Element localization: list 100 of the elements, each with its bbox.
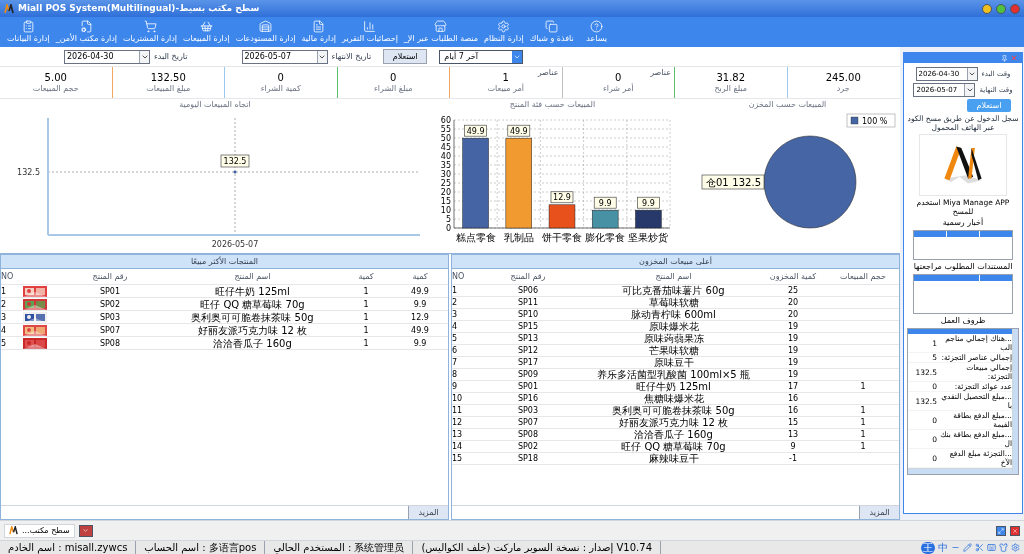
unit-label: عناصر bbox=[537, 68, 559, 77]
keyboard-icon[interactable] bbox=[987, 543, 996, 552]
y-tick-label: 55 bbox=[440, 125, 451, 134]
unit-label: عناصر bbox=[650, 68, 671, 77]
date-field[interactable]: 2026-04-30 bbox=[64, 49, 150, 64]
table-cell-text: 13 bbox=[452, 429, 464, 441]
value-label: 49.9 bbox=[507, 124, 531, 137]
status-text: المستخدم الحالي : 系统管理员 bbox=[265, 541, 414, 554]
table-cell-text: 洽洽香瓜子 160g bbox=[212, 337, 293, 350]
ime-indicator[interactable]: 中 bbox=[938, 541, 948, 554]
pencil-icon[interactable] bbox=[963, 543, 972, 552]
table-cell-text: SP12 bbox=[516, 345, 540, 357]
value-label: 9.9 bbox=[637, 196, 660, 209]
stat-value: 132.50 bbox=[150, 71, 186, 84]
basket-icon bbox=[199, 20, 213, 33]
table-cell-text: 6 bbox=[452, 345, 459, 357]
table-cell-text: 1 bbox=[362, 298, 370, 311]
date-label: تاريخ الانتهاء bbox=[331, 50, 372, 63]
stat-label: مبلغ الربح bbox=[714, 84, 748, 94]
table-cell-text: 洽洽香瓜子 160g bbox=[633, 429, 714, 441]
bar bbox=[592, 209, 619, 229]
more-button[interactable]: المزيد bbox=[859, 506, 899, 519]
maximize-button[interactable] bbox=[996, 3, 1006, 14]
toolbar-button[interactable]: إدارة المبيعات bbox=[180, 17, 233, 47]
data-label: 9.9 bbox=[642, 198, 655, 208]
table-cell-text: SP10 bbox=[516, 309, 540, 321]
table-cell-text: 2 bbox=[452, 297, 459, 309]
column-header: كمية المخزون bbox=[768, 270, 818, 283]
query-button[interactable]: استعلام bbox=[383, 49, 428, 64]
help-icon bbox=[590, 20, 604, 33]
close-button[interactable] bbox=[1010, 525, 1020, 536]
data-point bbox=[233, 170, 237, 174]
column-header: رقم المنتج bbox=[91, 270, 129, 283]
y-tick-label: 20 bbox=[440, 188, 451, 197]
table-cell-text: 好丽友派巧克力味 12 枚 bbox=[617, 417, 730, 429]
table-cell-text: 19 bbox=[786, 333, 800, 345]
table-cell-text: 1 bbox=[362, 337, 370, 350]
scissors-icon[interactable] bbox=[975, 543, 984, 552]
table-cell-text: 13 bbox=[786, 429, 800, 441]
y-tick-label: 40 bbox=[440, 152, 451, 161]
table-cell-text: 9 bbox=[452, 381, 459, 393]
table-cell-text: 麻辣味豆干 bbox=[647, 453, 700, 465]
toolbar-button[interactable]: نافذة و شباك bbox=[526, 17, 577, 47]
table-cell-text: 焦糖味爆米花 bbox=[642, 393, 705, 405]
toolbar-button[interactable]: يساعد bbox=[576, 17, 617, 47]
toolbar-button[interactable]: إدارة المستودعات bbox=[232, 17, 299, 47]
status-text: اسم الحساب : 多语言pos bbox=[136, 541, 266, 554]
stat-value: 0 bbox=[615, 71, 622, 84]
toolbar-button[interactable]: إدارة البيانات bbox=[4, 17, 53, 47]
period-select[interactable]: آخر 7 أيام bbox=[439, 49, 524, 64]
ime-indicator[interactable]: 王 bbox=[921, 541, 935, 554]
table-cell-text: SP07 bbox=[98, 324, 122, 337]
table-cell-text: 9 bbox=[789, 441, 797, 453]
shirt-icon[interactable] bbox=[999, 543, 1008, 552]
table-cell-text: 可比克番茄味薯片 60g bbox=[621, 285, 726, 297]
toolbar-button[interactable]: _منصة الطلبات عبر الإ bbox=[400, 17, 482, 47]
table-cell-text: 3 bbox=[452, 309, 459, 321]
data-label: 9.9 bbox=[598, 198, 612, 208]
table-cell-text: SP08 bbox=[516, 429, 540, 441]
table-cell-text: 芒果味软糖 bbox=[647, 345, 700, 357]
slice-label: 仓01 132.5 bbox=[701, 174, 765, 190]
document-icon bbox=[312, 20, 326, 33]
y-tick-label: 10 bbox=[440, 206, 451, 215]
table-cell-text: 1 bbox=[859, 405, 867, 417]
stat-label: كمية الشراء bbox=[260, 84, 301, 94]
table-cell-text: 19 bbox=[786, 345, 800, 357]
menu-button[interactable] bbox=[78, 524, 93, 537]
toolbar-button[interactable]: إدارة المشتريات bbox=[120, 17, 181, 47]
section-title: المستندات المطلوب مراجعتها bbox=[913, 262, 1013, 272]
table-cell-text: 49.9 bbox=[410, 324, 430, 337]
table-cell-text: 8 bbox=[452, 369, 459, 381]
settings-icon[interactable] bbox=[1011, 543, 1020, 552]
status-text: إصدار : نسخة السوبر ماركت (خلف الكواليس) V10.74 bbox=[413, 541, 661, 554]
toolbar-button[interactable]: إحصائيات التقرير bbox=[339, 17, 401, 47]
bar-chart-icon bbox=[363, 20, 377, 33]
restore-button[interactable] bbox=[996, 525, 1006, 536]
stat-value: 5.00 bbox=[44, 71, 67, 84]
scrollbar[interactable] bbox=[908, 468, 1012, 474]
toolbar-button[interactable]: _إدارة مكتب الأمن bbox=[52, 17, 120, 47]
table-cell-text: SP02 bbox=[516, 441, 540, 453]
table-cell-text: 原味蒟蒻果冻 bbox=[642, 333, 705, 345]
query-button[interactable]: استعلام bbox=[967, 99, 1011, 112]
category-label: 膨化零食 bbox=[585, 232, 626, 243]
column-header: كمية bbox=[411, 270, 429, 283]
close-icon bbox=[1012, 527, 1018, 534]
scrollbar[interactable] bbox=[1012, 329, 1018, 474]
toolbar-button[interactable]: إدارة مالية bbox=[298, 17, 339, 47]
table-cell-text: 19 bbox=[786, 357, 800, 369]
more-button[interactable]: المزيد bbox=[408, 506, 448, 519]
y-tick-label: 45 bbox=[440, 143, 451, 152]
pin-icon[interactable] bbox=[1001, 54, 1008, 62]
toolbar-button[interactable]: إدارة النظام bbox=[481, 17, 527, 47]
y-tick-label: 5 bbox=[445, 215, 451, 224]
date-field[interactable]: 2026-05-07 bbox=[241, 49, 328, 64]
table-cell-text: 原味爆米花 bbox=[647, 321, 700, 333]
minimize-button[interactable] bbox=[982, 3, 992, 14]
stat-label: حجم المبيعات bbox=[32, 84, 79, 94]
taskbar-item[interactable]: ...سطح مكتب bbox=[4, 523, 75, 538]
table-cell-text: 旺仔 QQ 糖草莓味 70g bbox=[620, 441, 727, 453]
table-cell-text: 20 bbox=[786, 309, 800, 321]
